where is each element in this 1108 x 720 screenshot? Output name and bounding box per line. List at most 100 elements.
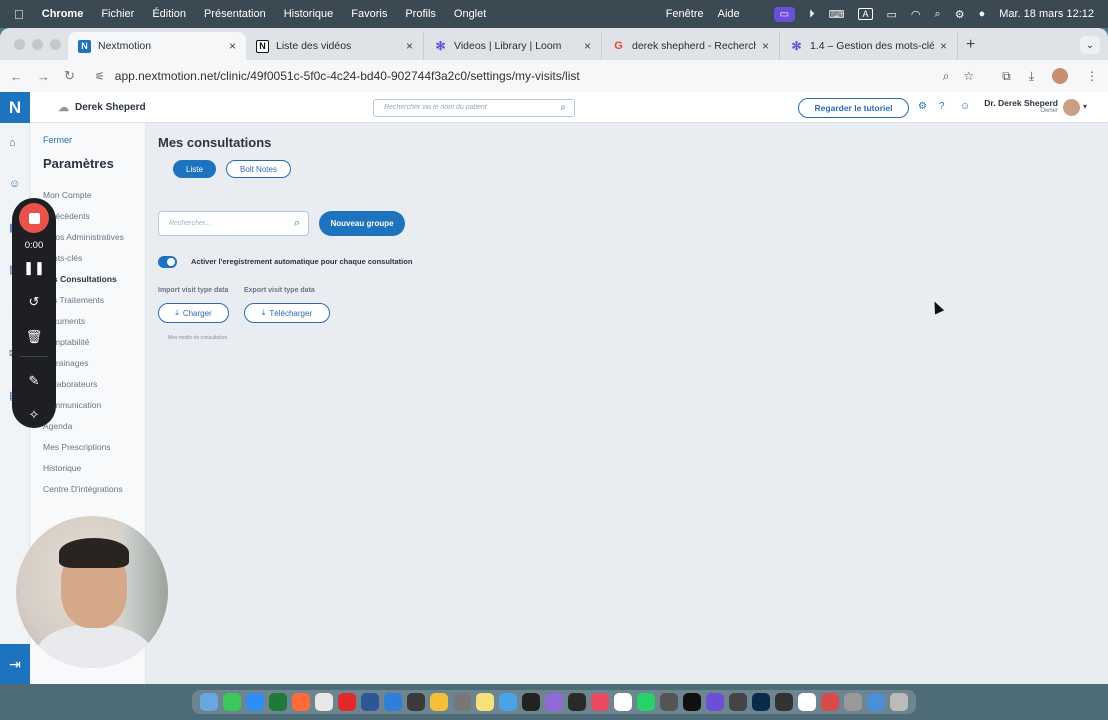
address-bar[interactable]: ⚟ app.nextmotion.net/clinic/49f0051c-5f0… xyxy=(88,64,989,88)
avatar[interactable] xyxy=(1063,99,1080,116)
menu-onglet[interactable]: Onglet xyxy=(454,8,486,20)
nav-item-centre-integrations[interactable]: Centre D'intégrations xyxy=(43,479,124,500)
play-circle-icon[interactable]: ⏵ xyxy=(809,8,815,21)
site-info-icon[interactable]: ⚟ xyxy=(95,70,105,83)
close-tab-icon[interactable]: × xyxy=(584,39,591,53)
app-icon[interactable] xyxy=(775,693,793,711)
settings-gear-icon[interactable]: ⚙ xyxy=(918,101,927,112)
notion-app-icon[interactable] xyxy=(798,693,816,711)
close-tab-icon[interactable]: × xyxy=(762,39,769,53)
wifi-icon[interactable]: ◠ xyxy=(911,8,921,21)
menu-profils[interactable]: Profils xyxy=(405,8,436,20)
draw-pencil-icon[interactable]: ✎ xyxy=(12,373,56,389)
settings-app-icon[interactable] xyxy=(453,693,471,711)
profile-avatar[interactable] xyxy=(1052,68,1068,84)
screen-record-icon[interactable]: ▭ xyxy=(773,6,796,22)
clinic-selector[interactable]: ☁ Derek Sheperd xyxy=(58,101,146,114)
close-tab-icon[interactable]: × xyxy=(406,39,413,53)
tab-liste-videos[interactable]: N Liste des vidéos × xyxy=(246,32,424,60)
auto-record-toggle[interactable] xyxy=(158,256,177,268)
pause-icon[interactable]: ❚❚ xyxy=(12,260,56,276)
home-icon[interactable]: ⌂ xyxy=(9,137,16,149)
nextmotion-logo[interactable]: N xyxy=(0,92,30,123)
chrome-icon[interactable] xyxy=(315,693,333,711)
trash-app-icon[interactable] xyxy=(890,693,908,711)
tiktok-icon[interactable] xyxy=(683,693,701,711)
folder-icon[interactable] xyxy=(867,693,885,711)
apple-icon[interactable]:  xyxy=(14,7,24,22)
forward-arrow-icon[interactable]: → xyxy=(37,69,50,84)
finder-icon[interactable] xyxy=(200,693,218,711)
browser-menu-icon[interactable]: ⋮ xyxy=(1086,69,1098,83)
nav-item-mon-compte[interactable]: Mon Compte xyxy=(43,185,124,206)
effects-icon[interactable]: ✧ xyxy=(12,407,56,423)
zoom-window-icon[interactable] xyxy=(50,39,61,50)
patients-icon[interactable]: ☺ xyxy=(9,178,20,190)
calendar-app-icon[interactable] xyxy=(614,693,632,711)
safari-icon[interactable] xyxy=(499,693,517,711)
patient-search-input[interactable]: Rechercher via le nom du patient ⌕ xyxy=(373,99,575,117)
download-button[interactable]: ⤓ Télécharger xyxy=(244,303,330,323)
app-icon[interactable] xyxy=(729,693,747,711)
menu-edition[interactable]: Édition xyxy=(152,8,186,20)
tab-gestion-mots-cles[interactable]: ✻ 1.4 – Gestion des mots-clés × xyxy=(780,32,958,60)
close-tab-icon[interactable]: × xyxy=(229,39,236,53)
app-icon[interactable] xyxy=(844,693,862,711)
search-icon[interactable]: ⌕ xyxy=(294,217,300,230)
back-arrow-icon[interactable]: ← xyxy=(10,69,23,84)
close-settings-link[interactable]: Fermer xyxy=(43,135,72,145)
tab-google-search[interactable]: G derek shepherd - Recherche × xyxy=(602,32,780,60)
control-center-icon[interactable]: ⚙ xyxy=(955,8,965,21)
address-url[interactable]: app.nextmotion.net/clinic/49f0051c-5f0c-… xyxy=(115,69,943,83)
app-icon[interactable] xyxy=(591,693,609,711)
word-icon[interactable] xyxy=(361,693,379,711)
app-icon[interactable] xyxy=(384,693,402,711)
app-store-icon[interactable] xyxy=(246,693,264,711)
menu-favoris[interactable]: Favoris xyxy=(351,8,387,20)
minimize-window-icon[interactable] xyxy=(32,39,43,50)
group-search-input[interactable]: Rechercher... ⌕ xyxy=(158,211,309,236)
app-icon[interactable] xyxy=(821,693,839,711)
tab-nextmotion[interactable]: N Nextmotion × xyxy=(68,32,246,60)
user-info[interactable]: Dr. Derek Sheperd Owner xyxy=(984,98,1058,114)
upload-button[interactable]: ⤓ Charger xyxy=(158,303,229,323)
restart-icon[interactable]: ↺ xyxy=(12,294,56,310)
new-tab-icon[interactable]: + xyxy=(966,36,975,54)
firefox-icon[interactable] xyxy=(292,693,310,711)
loom-app-icon[interactable] xyxy=(706,693,724,711)
menu-app-name[interactable]: Chrome xyxy=(42,8,84,20)
tab-search-chevron-icon[interactable]: ⌄ xyxy=(1080,36,1100,54)
search-icon[interactable]: ⌕ xyxy=(560,102,566,113)
nav-item-mes-prescriptions[interactable]: Mes Prescriptions xyxy=(43,437,124,458)
video-app-icon[interactable] xyxy=(522,693,540,711)
photos-icon[interactable] xyxy=(430,693,448,711)
siri-icon[interactable]: ● xyxy=(979,8,986,20)
reload-icon[interactable]: ↻ xyxy=(64,68,75,84)
webcam-bubble[interactable] xyxy=(16,516,168,668)
whatsapp-icon[interactable] xyxy=(637,693,655,711)
spotlight-icon[interactable]: ⌕ xyxy=(935,8,941,21)
menubar-clock[interactable]: Mar. 18 mars 12:12 xyxy=(999,8,1094,20)
menu-presentation[interactable]: Présentation xyxy=(204,8,266,20)
tab-loom-library[interactable]: ✻ Videos | Library | Loom × xyxy=(424,32,602,60)
messages-app-icon[interactable] xyxy=(223,693,241,711)
close-window-icon[interactable] xyxy=(14,39,25,50)
app-icon[interactable] xyxy=(407,693,425,711)
watch-tutorial-button[interactable]: Regarder le tutoriel xyxy=(798,98,909,118)
tab-bolt-notes[interactable]: Bolt Notes xyxy=(226,160,291,178)
app-icon[interactable] xyxy=(568,693,586,711)
bookmark-star-icon[interactable]: ☆ xyxy=(963,69,974,83)
trash-icon[interactable]: 🗑 xyxy=(12,329,56,345)
extensions-icon[interactable]: ⧉ xyxy=(1002,69,1011,84)
excel-icon[interactable] xyxy=(269,693,287,711)
opera-icon[interactable] xyxy=(338,693,356,711)
keyboard-icon[interactable]: ⌨ xyxy=(829,8,845,21)
menu-historique[interactable]: Historique xyxy=(284,8,334,20)
download-icon[interactable]: ⤓ xyxy=(1029,69,1034,84)
account-icon[interactable]: ☺ xyxy=(960,101,970,112)
tab-liste[interactable]: Liste xyxy=(173,160,216,178)
new-group-button[interactable]: Nouveau groupe xyxy=(319,211,405,236)
logout-icon[interactable]: ⇥ xyxy=(0,644,30,684)
app-icon[interactable] xyxy=(660,693,678,711)
notes-icon[interactable] xyxy=(476,693,494,711)
